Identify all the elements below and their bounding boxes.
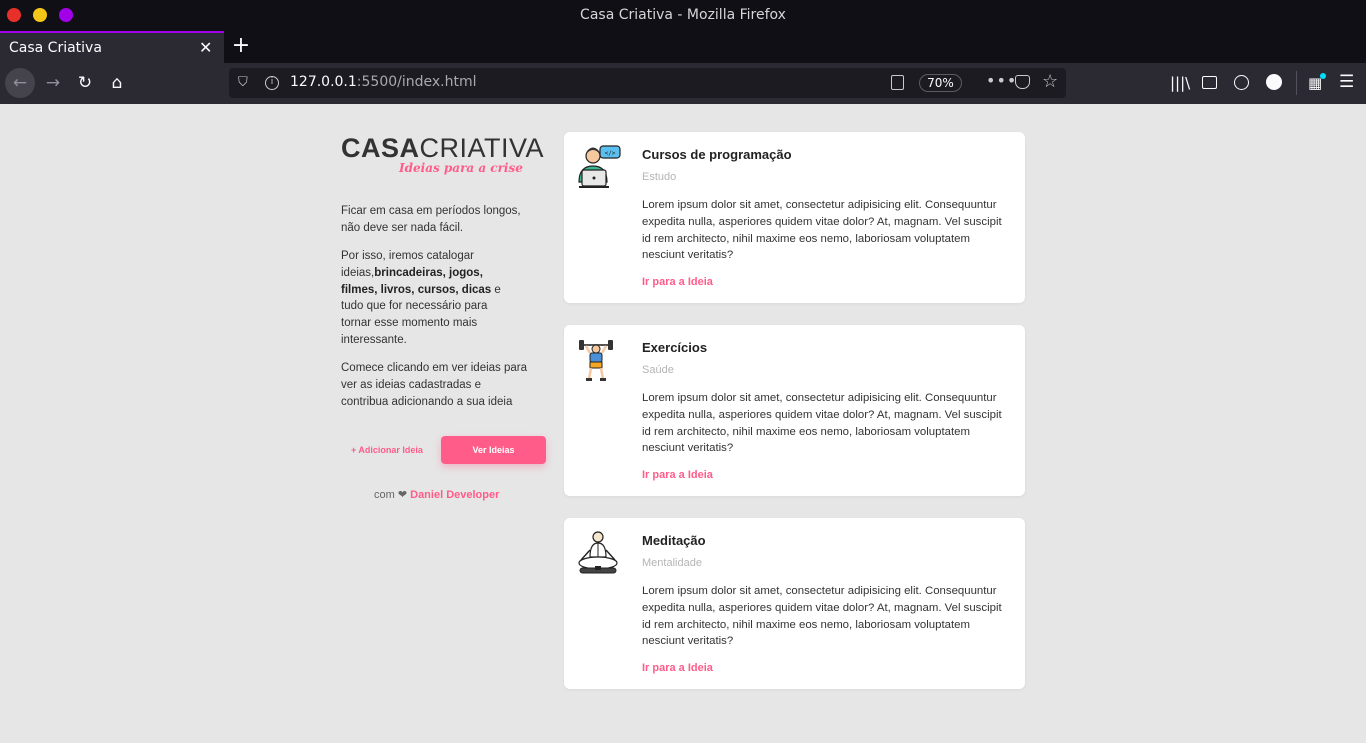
card-description: Lorem ipsum dolor sit amet, consectetur … [642, 585, 1002, 648]
add-idea-button[interactable]: + Adicionar Ideia [351, 445, 423, 455]
tab-casa-criativa[interactable]: Casa Criativa ✕ [0, 31, 224, 63]
card-link[interactable]: Ir para a Ideia [642, 662, 713, 674]
sidebar: CASACRIATIVA Ideias para a crise Ficar e… [341, 134, 547, 501]
account-icon[interactable] [1234, 75, 1249, 90]
idea-card: Meditação Mentalidade Lorem ipsum dolor … [564, 518, 1025, 689]
close-tab-icon[interactable]: ✕ [199, 38, 212, 57]
logo: CASACRIATIVA [341, 134, 547, 162]
reload-icon[interactable]: ↻ [70, 68, 100, 98]
bookmark-star-icon[interactable]: ☆ [1042, 71, 1058, 92]
logo-tagline: Ideias para a crise [399, 161, 523, 175]
catalog-paragraph: Por isso, iremos catalogar ideias,brinca… [341, 248, 516, 349]
credit-prefix: com ❤ [374, 489, 411, 501]
card-category: Saúde [642, 364, 674, 376]
shield-icon[interactable]: ⛉ [238, 75, 248, 90]
url-host: 127.0.0.1 [290, 74, 357, 90]
card-description: Lorem ipsum dolor sit amet, consectetur … [642, 392, 1002, 455]
page-actions-icon[interactable]: ••• [986, 71, 1017, 90]
navigation-bar: ← → ↻ ⌂ ⛉ i 127.0.0.1:5500/index.html 70… [0, 63, 1366, 104]
meditation-icon [578, 531, 618, 574]
site-info-icon[interactable]: i [265, 76, 279, 90]
view-ideas-button[interactable]: Ver Ideias [441, 436, 546, 464]
credit: com ❤ Daniel Developer [374, 488, 499, 501]
title-bar: Casa Criativa - Mozilla Firefox [0, 0, 1366, 31]
logo-light: CRIATIVA [419, 133, 545, 163]
card-link[interactable]: Ir para a Ideia [642, 469, 713, 481]
card-title: Meditação [642, 533, 706, 548]
zoom-level-button[interactable]: 70% [919, 74, 962, 92]
idea-card: Exercícios Saúde Lorem ipsum dolor sit a… [564, 325, 1025, 496]
svg-text:</>: </> [605, 150, 616, 157]
programmer-icon: </> [578, 145, 621, 188]
sidebar-icon[interactable] [1202, 76, 1217, 89]
author-link[interactable]: Daniel Developer [410, 489, 499, 501]
card-category: Mentalidade [642, 557, 702, 569]
home-icon[interactable]: ⌂ [102, 68, 132, 98]
card-description: Lorem ipsum dolor sit amet, consectetur … [642, 199, 1002, 262]
forward-arrow-icon[interactable]: → [38, 68, 68, 98]
reader-view-icon[interactable] [891, 75, 904, 90]
card-title: Cursos de programação [642, 147, 792, 162]
url-bar[interactable]: ⛉ i 127.0.0.1:5500/index.html 70% ••• ☆ [229, 68, 1066, 98]
url-text[interactable]: 127.0.0.1:5500/index.html [290, 74, 477, 90]
idea-card: </> Cursos de programação Estudo Lorem i… [564, 132, 1025, 303]
hamburger-menu-icon[interactable]: ☰ [1339, 72, 1354, 92]
card-link[interactable]: Ir para a Ideia [642, 276, 713, 288]
github-icon[interactable] [1266, 74, 1282, 90]
extension-badge [1320, 73, 1326, 79]
page-content: CASACRIATIVA Ideias para a crise Ficar e… [0, 104, 1366, 743]
url-path: :5500/index.html [356, 74, 477, 90]
card-title: Exercícios [642, 340, 708, 355]
window-title: Casa Criativa - Mozilla Firefox [580, 7, 786, 23]
cta-paragraph: Comece clicando em ver ideias para ver a… [341, 362, 528, 408]
pocket-icon[interactable] [1015, 75, 1030, 89]
weightlifting-icon [579, 340, 613, 381]
tab-strip: Casa Criativa ✕ + [0, 31, 1366, 63]
intro-paragraph: Ficar em casa em períodos longos, não de… [341, 205, 521, 234]
card-category: Estudo [642, 171, 677, 183]
library-icon[interactable]: |||\ [1170, 74, 1190, 92]
new-tab-icon[interactable]: + [230, 33, 252, 58]
logo-bold: CASA [341, 133, 420, 163]
tab-title: Casa Criativa [9, 40, 102, 56]
toolbar-separator [1296, 71, 1297, 95]
back-arrow-icon[interactable]: ← [5, 68, 35, 98]
